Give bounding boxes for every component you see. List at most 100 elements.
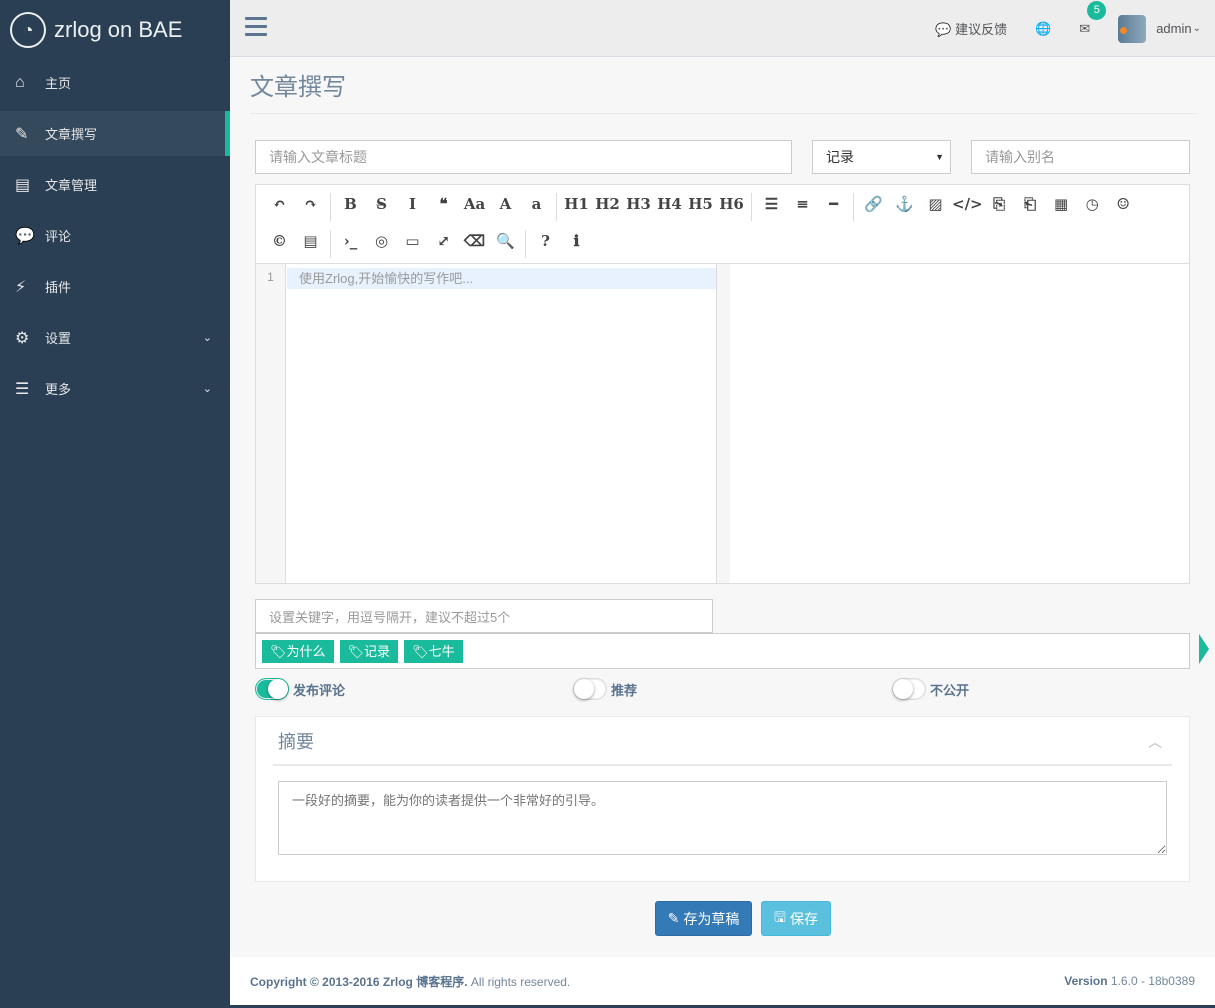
- info-button[interactable]: ℹ: [561, 228, 592, 261]
- editor-input[interactable]: 使用Zrlog,开始愉快的写作吧...: [287, 268, 716, 289]
- sidebar-item-label: 更多: [45, 382, 72, 397]
- h1-button[interactable]: H1: [561, 191, 592, 224]
- alias-input[interactable]: 请输入别名: [971, 140, 1190, 174]
- h6-button[interactable]: H6: [716, 191, 747, 224]
- table-button[interactable]: ▦: [1046, 191, 1077, 224]
- help-button[interactable]: ?: [530, 228, 561, 261]
- watch-button[interactable]: ◎: [366, 228, 397, 261]
- preformatted-code-button[interactable]: ⎘: [984, 191, 1015, 224]
- list-ul-button[interactable]: ☰: [756, 191, 787, 224]
- lowercase-button[interactable]: a: [521, 191, 552, 224]
- save-label: 保存: [789, 910, 818, 927]
- italic-button[interactable]: I: [397, 191, 428, 224]
- toggle-switch[interactable]: 发布评论: [255, 678, 345, 700]
- h2-button[interactable]: H2: [592, 191, 623, 224]
- divider: [250, 113, 1195, 114]
- html-entities-button[interactable]: ©: [264, 228, 295, 261]
- search-button[interactable]: 🔍: [490, 228, 521, 261]
- sidebar-item-4[interactable]: ⚡ 插件: [0, 264, 230, 309]
- sidebar-item-label: 插件: [45, 280, 72, 295]
- version-label: Version: [1064, 974, 1108, 988]
- tag[interactable]: 🏷记录: [339, 640, 399, 663]
- keywords-input[interactable]: 设置关键字，用逗号隔开，建议不超过5个: [255, 599, 713, 633]
- link-button[interactable]: 🔗: [858, 191, 889, 224]
- caret-down-icon: ▼: [935, 152, 944, 162]
- sidebar-item-3[interactable]: 💬 评论: [0, 213, 230, 258]
- pagebreak-button[interactable]: ▤: [295, 228, 326, 261]
- tag-icon: 🏷: [270, 644, 287, 659]
- editor-toolbar: ↶ ↷ B S̶ I ❝ Aa Aa H1 H2 H3 H4 H5 H6 ☰ ≡ ━ 🔗 ⚓ ▨ </> ⎘ ⎗ ▦ ◷ ☺ © ▤ ›…: [256, 185, 1189, 264]
- clear-button[interactable]: ⌫: [459, 228, 490, 261]
- toggle-track[interactable]: [892, 678, 926, 700]
- feedback-link[interactable]: 💬 建议反馈: [935, 19, 1007, 38]
- goto-line-button[interactable]: ›_: [335, 228, 366, 261]
- image-button[interactable]: ▨: [920, 191, 951, 224]
- chevron-up-icon[interactable]: ︿: [1148, 717, 1162, 767]
- h5-button[interactable]: H5: [685, 191, 716, 224]
- sidebar-item-label: 设置: [45, 331, 72, 346]
- chevron-down-icon: ⌄: [202, 383, 212, 395]
- sidebar-item-label: 主页: [45, 76, 72, 91]
- strikethrough-button[interactable]: S̶: [366, 191, 397, 224]
- sidebar-item-2[interactable]: ▤ 文章管理: [0, 162, 230, 207]
- undo-button[interactable]: ↶: [264, 191, 295, 224]
- copyright-rest: All rights reserved.: [467, 974, 571, 989]
- save-draft-label: 存为草稿: [683, 910, 740, 927]
- save-button[interactable]: 🖫 保存: [761, 901, 831, 936]
- expand-arrow-icon[interactable]: [1199, 634, 1209, 664]
- tag-icon: 🏷: [412, 644, 429, 659]
- emoji-button[interactable]: ☺: [1108, 191, 1139, 224]
- edit-icon: ✎: [15, 125, 29, 143]
- user-menu[interactable]: admin ⌄: [1118, 14, 1201, 43]
- summary-header[interactable]: 摘要 ︿: [273, 717, 1172, 766]
- uppercase-button[interactable]: Aa: [459, 191, 490, 224]
- avatar: [1118, 14, 1147, 43]
- tag[interactable]: 🏷为什么: [262, 640, 334, 663]
- brand[interactable]: ◔ zrlog on BAE: [0, 0, 230, 60]
- datetime-button[interactable]: ◷: [1077, 191, 1108, 224]
- version: Version 1.6.0 - 18b0389: [1064, 974, 1195, 988]
- feedback-label: 建议反馈: [955, 22, 1008, 37]
- title-input[interactable]: 请输入文章标题: [255, 140, 792, 174]
- sidebar-item-6[interactable]: ☰ 更多 ⌄: [0, 366, 230, 411]
- redo-button[interactable]: ↷: [295, 191, 326, 224]
- envelope-icon: ✉: [1079, 20, 1091, 36]
- tag-box: 🏷为什么 🏷记录 🏷七牛: [255, 633, 1190, 669]
- list-ol-button[interactable]: ≡: [787, 191, 818, 224]
- chevron-down-icon: ⌄: [1192, 23, 1201, 34]
- toolbar-separator: [330, 193, 331, 221]
- sidebar-item-0[interactable]: ⌂ 主页: [0, 60, 230, 105]
- dashboard-icon: ◔: [10, 12, 46, 48]
- preview-button[interactable]: ▭: [397, 228, 428, 261]
- fullscreen-button[interactable]: ⤢: [428, 228, 459, 261]
- toggle-track[interactable]: [573, 678, 607, 700]
- list-icon: ☰: [15, 380, 30, 398]
- save-draft-button[interactable]: ✎ 存为草稿: [655, 901, 752, 936]
- toolbar-separator: [751, 193, 752, 221]
- h4-button[interactable]: H4: [654, 191, 685, 224]
- tag-label: 七牛: [428, 644, 455, 659]
- brand-title: zrlog on BAE: [54, 17, 183, 42]
- hr-button[interactable]: ━: [818, 191, 849, 224]
- toggle-switch[interactable]: 不公开: [892, 678, 969, 700]
- tag[interactable]: 🏷七牛: [404, 640, 463, 663]
- code-block-button[interactable]: ⎗: [1015, 191, 1046, 224]
- bold-button[interactable]: B: [335, 191, 366, 224]
- toggle-track[interactable]: [255, 678, 289, 700]
- sidebar-item-1[interactable]: ✎ 文章撰写: [0, 111, 230, 156]
- summary-textarea[interactable]: [278, 781, 1167, 855]
- toggle-switch[interactable]: 推荐: [573, 678, 637, 700]
- quote-button[interactable]: ❝: [428, 191, 459, 224]
- mail-button[interactable]: ✉ 5: [1079, 0, 1107, 37]
- uppercase-first-button[interactable]: A: [490, 191, 521, 224]
- toolbar-separator: [556, 193, 557, 221]
- category-select[interactable]: 记录 ▼: [812, 140, 951, 174]
- tag-label: 为什么: [286, 644, 326, 659]
- code-button[interactable]: </>: [951, 191, 984, 224]
- globe-icon[interactable]: 🌐: [1035, 21, 1051, 37]
- menu-toggle-icon[interactable]: [245, 17, 267, 41]
- h3-button[interactable]: H3: [623, 191, 654, 224]
- toolbar-separator: [525, 230, 526, 258]
- anchor-button[interactable]: ⚓: [889, 191, 920, 224]
- sidebar-item-5[interactable]: ⚙ 设置 ⌄: [0, 315, 230, 360]
